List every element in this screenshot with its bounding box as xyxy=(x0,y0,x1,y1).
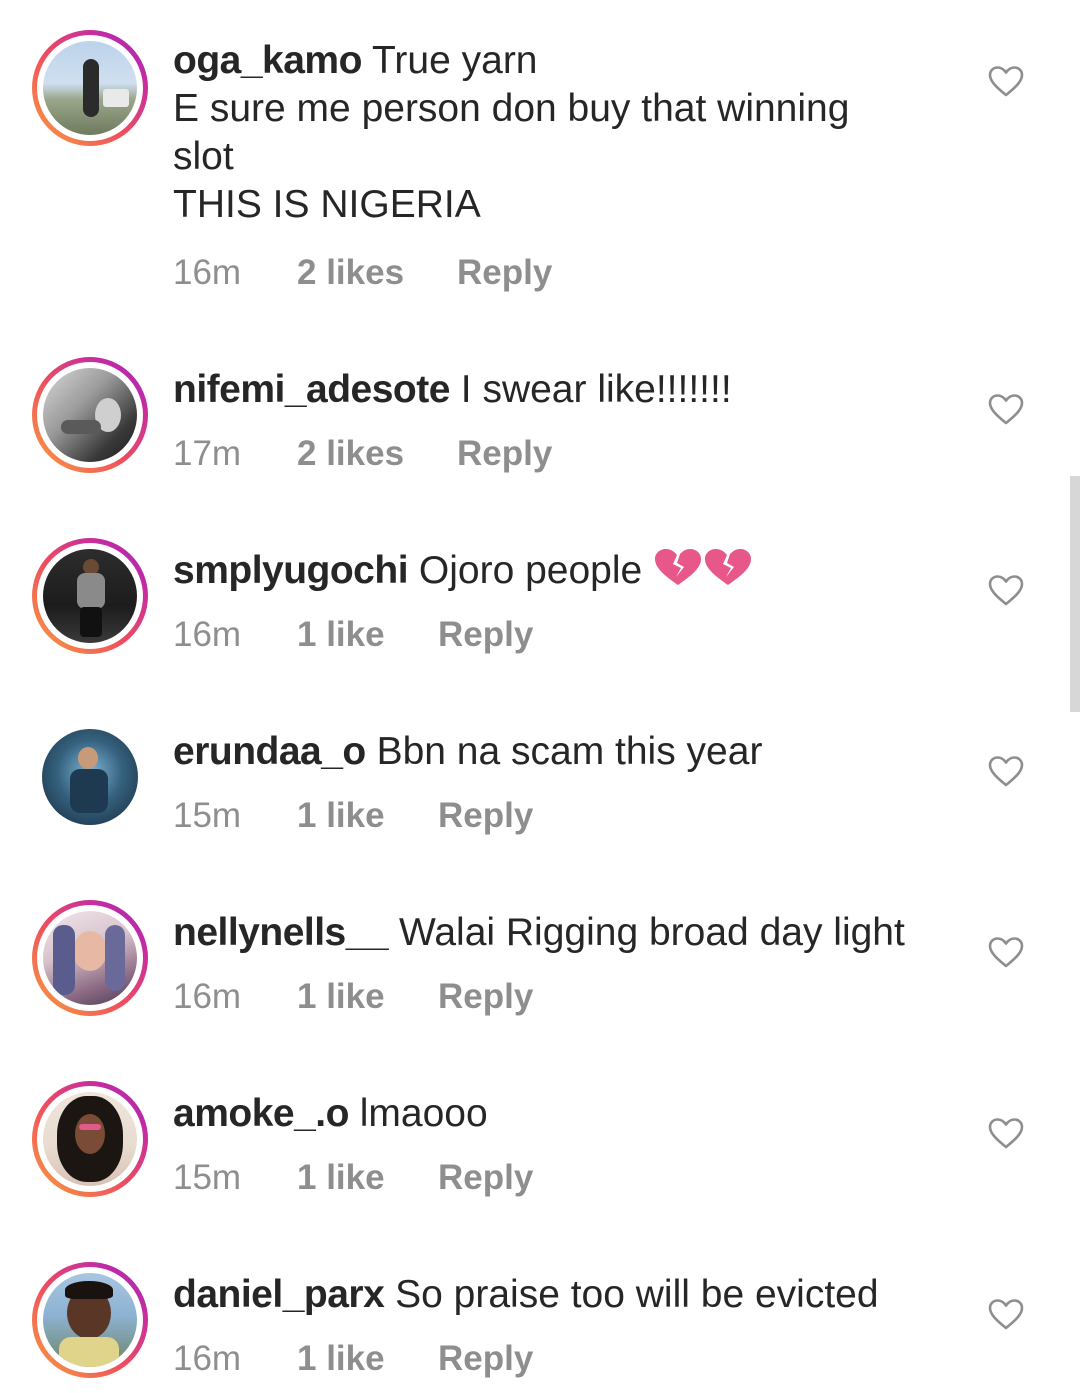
reply-button[interactable]: Reply xyxy=(438,615,533,655)
comment-meta: 17m 2 likes Reply xyxy=(173,434,552,474)
comment-line: slot xyxy=(173,135,234,178)
heart-outline-icon[interactable] xyxy=(988,1299,1024,1331)
comment-meta: 16m 1 like Reply xyxy=(173,1339,533,1379)
comment-line: True yarn xyxy=(372,39,538,82)
comment-text: amoke_.o lmaooo xyxy=(173,1090,963,1138)
comment-line: I swear like!!!!!!! xyxy=(460,368,732,411)
scrollbar[interactable] xyxy=(1070,476,1080,712)
comment-line: Walai Rigging broad day light xyxy=(398,911,905,954)
broken-heart-icon xyxy=(705,549,752,585)
heart-outline-icon[interactable] xyxy=(988,1118,1024,1150)
comment-meta: 16m 1 like Reply xyxy=(173,977,533,1017)
comment-username[interactable]: oga_kamo xyxy=(173,39,362,82)
avatar[interactable] xyxy=(32,900,148,1016)
comment-likes[interactable]: 2 likes xyxy=(297,434,457,474)
comment-likes[interactable]: 1 like xyxy=(297,1339,438,1379)
avatar[interactable] xyxy=(32,538,148,654)
comment-line: lmaooo xyxy=(359,1092,488,1135)
comment-likes[interactable]: 1 like xyxy=(297,615,438,655)
avatar[interactable] xyxy=(42,729,138,825)
comment-line: Bbn na scam this year xyxy=(376,730,763,773)
comment-text: oga_kamo True yarn E sure me person don … xyxy=(173,37,963,229)
avatar[interactable] xyxy=(32,1262,148,1378)
heart-outline-icon[interactable] xyxy=(988,756,1024,788)
comment-line: Ojoro people xyxy=(418,549,643,592)
heart-outline-icon[interactable] xyxy=(988,66,1024,98)
reply-button[interactable]: Reply xyxy=(457,253,552,293)
comment-meta: 15m 1 like Reply xyxy=(173,796,533,836)
comment-time: 16m xyxy=(173,615,242,654)
comment-time: 16m xyxy=(173,977,242,1016)
comment-time: 16m xyxy=(173,253,242,292)
comment-username[interactable]: amoke_.o xyxy=(173,1092,349,1135)
heart-outline-icon[interactable] xyxy=(988,575,1024,607)
comment-time: 16m xyxy=(173,1339,242,1378)
comment-time: 17m xyxy=(173,434,242,473)
comment-line: THIS IS NIGERIA xyxy=(173,183,481,226)
comment-username[interactable]: nellynells__ xyxy=(173,911,389,954)
comment-line: So praise too will be evicted xyxy=(395,1273,879,1316)
reply-button[interactable]: Reply xyxy=(438,1158,533,1198)
comment-text: nellynells__ Walai Rigging broad day lig… xyxy=(173,909,963,957)
comment-time: 15m xyxy=(173,796,242,835)
avatar[interactable] xyxy=(32,357,148,473)
comment-meta: 16m 1 like Reply xyxy=(173,615,533,655)
comment-meta: 15m 1 like Reply xyxy=(173,1158,533,1198)
comment-likes[interactable]: 1 like xyxy=(297,977,438,1017)
comment-username[interactable]: smplyugochi xyxy=(173,549,409,592)
comment-likes[interactable]: 1 like xyxy=(297,796,438,836)
comment-likes[interactable]: 1 like xyxy=(297,1158,438,1198)
heart-outline-icon[interactable] xyxy=(988,937,1024,969)
comment-text: daniel_parx So praise too will be evicte… xyxy=(173,1271,963,1319)
reply-button[interactable]: Reply xyxy=(438,796,533,836)
comment-text: erundaa_o Bbn na scam this year xyxy=(173,728,963,776)
broken-heart-icon xyxy=(655,549,702,585)
comment-text: smplyugochi Ojoro people xyxy=(173,547,963,595)
comment-meta: 16m 2 likes Reply xyxy=(173,253,552,293)
avatar[interactable] xyxy=(32,30,148,146)
comment-username[interactable]: daniel_parx xyxy=(173,1273,385,1316)
reply-button[interactable]: Reply xyxy=(438,977,533,1017)
comment-time: 15m xyxy=(173,1158,242,1197)
comment-line: E sure me person don buy that winning xyxy=(173,87,850,130)
comment-username[interactable]: erundaa_o xyxy=(173,730,366,773)
comment-likes[interactable]: 2 likes xyxy=(297,253,457,293)
reply-button[interactable]: Reply xyxy=(457,434,552,474)
reply-button[interactable]: Reply xyxy=(438,1339,533,1379)
avatar[interactable] xyxy=(32,1081,148,1197)
comment-text: nifemi_adesote I swear like!!!!!!! xyxy=(173,366,963,414)
comment-username[interactable]: nifemi_adesote xyxy=(173,368,450,411)
heart-outline-icon[interactable] xyxy=(988,394,1024,426)
